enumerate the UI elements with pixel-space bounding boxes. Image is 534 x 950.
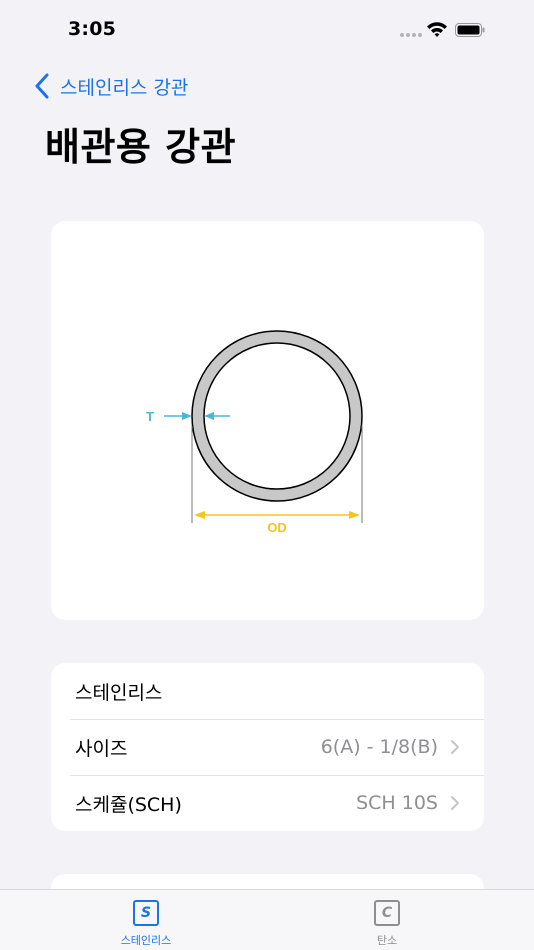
page-title: 배관용 강관 [45, 125, 237, 169]
stainless-s-icon: S [133, 900, 159, 926]
material-label: 스테인리스 [75, 681, 163, 704]
pipe-cross-section-diagram: OD T [146, 330, 363, 535]
size-row[interactable]: 사이즈 6(A) - 1/8(B) [51, 719, 484, 775]
carbon-c-icon: C [374, 900, 400, 926]
od-label: OD [267, 520, 287, 535]
thickness-label: T [146, 409, 154, 424]
schedule-value: SCH 10S [356, 792, 438, 814]
tab-stainless[interactable]: S 스테인리스 [101, 900, 191, 948]
schedule-label: 스케쥴(SCH) [75, 793, 182, 816]
screen: 3:05 스테인리스 강관 배관용 강관 OD T 스테인리스 사이즈 6(A)… [0, 0, 534, 950]
material-row: 스테인리스 [51, 663, 484, 719]
wifi-icon [427, 22, 447, 37]
cellular-signal-icon [400, 33, 422, 37]
tab-stainless-label: 스테인리스 [120, 934, 172, 947]
tab-bar: S 스테인리스 C 탄소 [0, 889, 534, 950]
schedule-row[interactable]: 스케쥴(SCH) SCH 10S [51, 775, 484, 831]
status-time: 3:05 [68, 18, 117, 40]
chevron-right-icon [451, 740, 459, 754]
od-dimension-arrow [194, 511, 360, 519]
size-label: 사이즈 [75, 737, 128, 760]
tab-carbon-label: 탄소 [376, 934, 398, 947]
chevron-left-icon [35, 73, 49, 99]
chevron-right-icon [451, 796, 459, 810]
pipe-settings-card: 스테인리스 사이즈 6(A) - 1/8(B) 스케쥴(SCH) SCH 10S [51, 663, 484, 831]
battery-icon [455, 23, 485, 37]
status-bar: 3:05 [0, 0, 534, 60]
size-value: 6(A) - 1/8(B) [320, 736, 438, 758]
back-button-label: 스테인리스 강관 [60, 76, 189, 99]
tab-carbon[interactable]: C 탄소 [342, 900, 432, 948]
back-button[interactable]: 스테인리스 강관 [34, 72, 188, 100]
pipe-diagram-card: OD T [51, 221, 484, 620]
